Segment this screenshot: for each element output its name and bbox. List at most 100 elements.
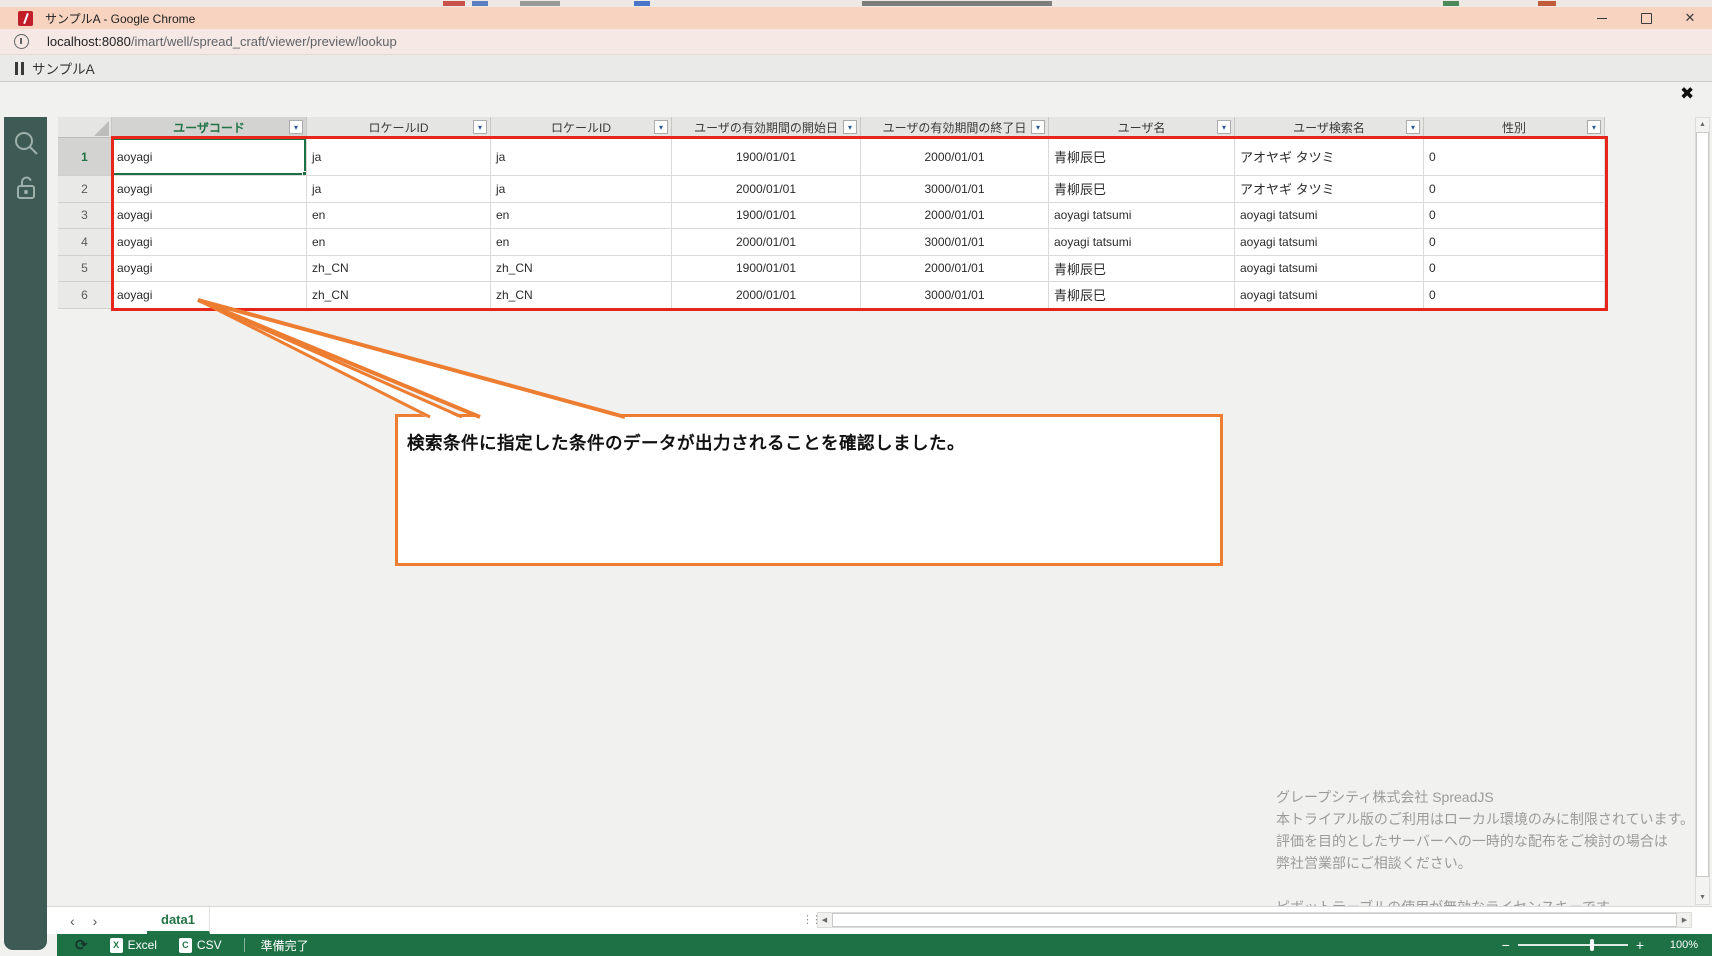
- grid-cell-r3c1[interactable]: aoyagi: [112, 203, 307, 230]
- filter-dropdown-icon[interactable]: ▾: [1217, 120, 1231, 134]
- next-sheet-icon[interactable]: ›: [84, 913, 107, 929]
- grid-cell-r1c6[interactable]: 青柳辰巳: [1049, 138, 1235, 176]
- grid-cell-r5c3[interactable]: zh_CN: [491, 256, 672, 283]
- minimize-button[interactable]: [1580, 7, 1624, 29]
- zoom-slider-handle[interactable]: [1590, 939, 1594, 951]
- filter-dropdown-icon[interactable]: ▾: [1587, 120, 1601, 134]
- column-header-8[interactable]: 性別▾: [1424, 117, 1605, 138]
- browser-window: サンプルA - Google Chrome ✕ localhost:8080/i…: [0, 0, 1712, 956]
- grid-cell-r6c1[interactable]: aoyagi: [112, 282, 307, 309]
- grid-cell-r4c8[interactable]: 0: [1424, 229, 1605, 256]
- site-info-icon[interactable]: [14, 34, 29, 49]
- grid-cell-r2c4[interactable]: 2000/01/01: [672, 176, 861, 203]
- sheet-tab-data1[interactable]: data1: [147, 907, 210, 934]
- grid-cell-r2c1[interactable]: aoyagi: [112, 176, 307, 203]
- grid-cell-r5c7[interactable]: aoyagi tatsumi: [1235, 256, 1424, 283]
- grid-cell-r5c4[interactable]: 1900/01/01: [672, 256, 861, 283]
- grid-cell-r2c7[interactable]: アオヤギ タツミ: [1235, 176, 1424, 203]
- grid-cell-r3c6[interactable]: aoyagi tatsumi: [1049, 203, 1235, 230]
- grid-cell-r3c2[interactable]: en: [307, 203, 491, 230]
- grid-cell-r1c8[interactable]: 0: [1424, 138, 1605, 176]
- grid-cell-r4c3[interactable]: en: [491, 229, 672, 256]
- scroll-down-icon[interactable]: ▼: [1696, 891, 1709, 904]
- grid-cell-r4c2[interactable]: en: [307, 229, 491, 256]
- column-header-1[interactable]: ユーザコード▾: [112, 117, 307, 138]
- grid-cell-r4c7[interactable]: aoyagi tatsumi: [1235, 229, 1424, 256]
- url-text[interactable]: localhost:8080/imart/well/spread_craft/v…: [47, 34, 397, 49]
- grid-cell-r2c3[interactable]: ja: [491, 176, 672, 203]
- filter-dropdown-icon[interactable]: ▾: [1406, 120, 1420, 134]
- grid-cell-r1c3[interactable]: ja: [491, 138, 672, 176]
- row-header-2[interactable]: 2: [58, 176, 112, 203]
- grid-cell-r1c1[interactable]: aoyagi: [112, 138, 307, 176]
- row-header-4[interactable]: 4: [58, 229, 112, 256]
- grid-cell-r6c3[interactable]: zh_CN: [491, 282, 672, 309]
- grid-cell-r5c6[interactable]: 青柳辰巳: [1049, 256, 1235, 283]
- row-header-5[interactable]: 5: [58, 256, 112, 283]
- grid-cell-r6c5[interactable]: 3000/01/01: [861, 282, 1049, 309]
- grid-cell-r4c5[interactable]: 3000/01/01: [861, 229, 1049, 256]
- grid-cell-r2c5[interactable]: 3000/01/01: [861, 176, 1049, 203]
- search-icon[interactable]: [12, 117, 40, 162]
- grid-cell-r5c5[interactable]: 2000/01/01: [861, 256, 1049, 283]
- vertical-scroll-thumb[interactable]: [1696, 132, 1709, 877]
- grid-cell-r4c6[interactable]: aoyagi tatsumi: [1049, 229, 1235, 256]
- row-header-1[interactable]: 1: [58, 138, 112, 176]
- zoom-in-icon[interactable]: +: [1628, 937, 1652, 953]
- grid-cell-r5c8[interactable]: 0: [1424, 256, 1605, 283]
- grid-cell-r3c7[interactable]: aoyagi tatsumi: [1235, 203, 1424, 230]
- address-bar[interactable]: localhost:8080/imart/well/spread_craft/v…: [0, 29, 1712, 55]
- zoom-out-icon[interactable]: −: [1494, 937, 1518, 953]
- filter-dropdown-icon[interactable]: ▾: [289, 120, 303, 134]
- filter-dropdown-icon[interactable]: ▾: [473, 120, 487, 134]
- grid-cell-r2c2[interactable]: ja: [307, 176, 491, 203]
- column-header-2[interactable]: ロケールID▾: [307, 117, 491, 138]
- grid-cell-r1c7[interactable]: アオヤギ タツミ: [1235, 138, 1424, 176]
- grid-cell-r5c1[interactable]: aoyagi: [112, 256, 307, 283]
- grid-cell-r1c4[interactable]: 1900/01/01: [672, 138, 861, 176]
- filter-dropdown-icon[interactable]: ▾: [1031, 120, 1045, 134]
- grid-cell-r2c6[interactable]: 青柳辰巳: [1049, 176, 1235, 203]
- zoom-slider[interactable]: [1518, 944, 1628, 946]
- grid-cell-r6c6[interactable]: 青柳辰巳: [1049, 282, 1235, 309]
- grid-cell-r3c5[interactable]: 2000/01/01: [861, 203, 1049, 230]
- grid-cell-r5c2[interactable]: zh_CN: [307, 256, 491, 283]
- scroll-up-icon[interactable]: ▲: [1696, 118, 1709, 131]
- scroll-right-icon[interactable]: ▶: [1678, 913, 1691, 927]
- grid-cell-r6c2[interactable]: zh_CN: [307, 282, 491, 309]
- export-excel-button[interactable]: X Excel: [110, 938, 157, 953]
- column-header-4[interactable]: ユーザの有効期間の開始日▾: [672, 117, 861, 138]
- column-header-5[interactable]: ユーザの有効期間の終了日▾: [861, 117, 1049, 138]
- export-csv-button[interactable]: C CSV: [179, 938, 222, 953]
- grid-cell-r6c7[interactable]: aoyagi tatsumi: [1235, 282, 1424, 309]
- column-header-6[interactable]: ユーザ名▾: [1049, 117, 1235, 138]
- horizontal-scroll-thumb[interactable]: [832, 913, 1677, 927]
- grid-cell-r4c1[interactable]: aoyagi: [112, 229, 307, 256]
- column-header-7[interactable]: ユーザ検索名▾: [1235, 117, 1424, 138]
- grid-cell-r6c8[interactable]: 0: [1424, 282, 1605, 309]
- refresh-icon[interactable]: ⟳: [75, 936, 88, 954]
- vertical-scrollbar[interactable]: ▲ ▼: [1695, 117, 1710, 905]
- grid-cell-r4c4[interactable]: 2000/01/01: [672, 229, 861, 256]
- scroll-left-icon[interactable]: ◀: [818, 913, 831, 927]
- grid-cell-r3c3[interactable]: en: [491, 203, 672, 230]
- unlock-icon[interactable]: [13, 162, 39, 207]
- viewer-close-icon[interactable]: ✖: [1680, 84, 1694, 104]
- close-button[interactable]: ✕: [1668, 7, 1712, 29]
- background-fragment: [634, 1, 650, 6]
- maximize-button[interactable]: [1624, 7, 1668, 29]
- filter-dropdown-icon[interactable]: ▾: [843, 120, 857, 134]
- grid-cell-r1c5[interactable]: 2000/01/01: [861, 138, 1049, 176]
- filter-dropdown-icon[interactable]: ▾: [654, 120, 668, 134]
- grid-cell-r1c2[interactable]: ja: [307, 138, 491, 176]
- prev-sheet-icon[interactable]: ‹: [61, 913, 84, 929]
- grid-cell-r3c8[interactable]: 0: [1424, 203, 1605, 230]
- row-header-6[interactable]: 6: [58, 282, 112, 309]
- horizontal-scrollbar[interactable]: ◀ ▶: [817, 912, 1692, 928]
- column-header-3[interactable]: ロケールID▾: [491, 117, 672, 138]
- grid-cell-r3c4[interactable]: 1900/01/01: [672, 203, 861, 230]
- select-all-corner[interactable]: [58, 117, 112, 138]
- row-header-3[interactable]: 3: [58, 203, 112, 230]
- grid-cell-r6c4[interactable]: 2000/01/01: [672, 282, 861, 309]
- grid-cell-r2c8[interactable]: 0: [1424, 176, 1605, 203]
